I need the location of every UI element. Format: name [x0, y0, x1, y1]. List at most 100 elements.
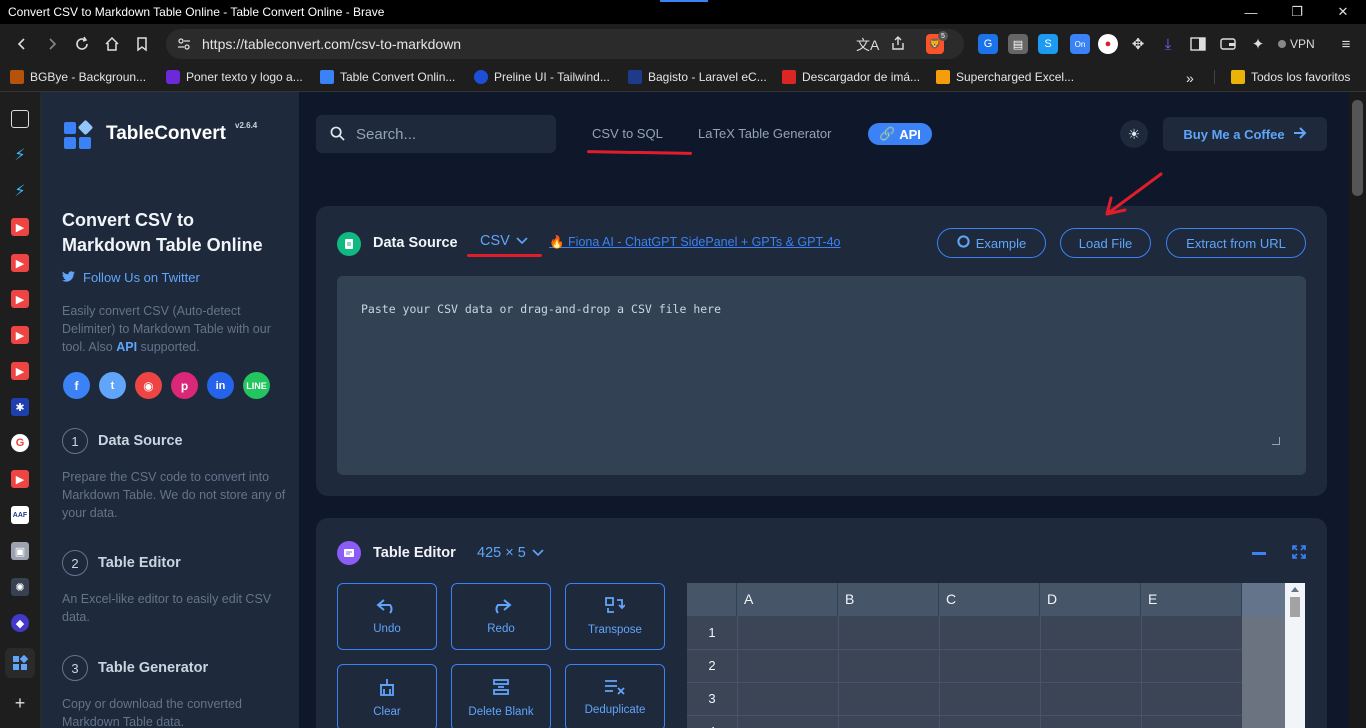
google-icon[interactable]: G: [11, 434, 29, 452]
bookmark-item[interactable]: Supercharged Excel...: [936, 70, 1074, 84]
bookmarks-overflow-button[interactable]: »: [1186, 70, 1194, 86]
flutter-icon[interactable]: ⚡: [11, 182, 29, 200]
home-icon[interactable]: [100, 32, 124, 56]
site-settings-icon[interactable]: [176, 36, 192, 55]
row-header[interactable]: 1: [687, 616, 737, 649]
redo-button[interactable]: Redo: [451, 583, 551, 650]
column-header[interactable]: E: [1141, 583, 1242, 616]
twitter-share-icon[interactable]: t: [99, 372, 126, 399]
row-header[interactable]: 2: [687, 649, 737, 682]
app-icon[interactable]: ✺: [11, 578, 29, 596]
close-window-button[interactable]: ✕: [1320, 0, 1366, 24]
restore-button[interactable]: ❐: [1274, 0, 1320, 24]
download-icon[interactable]: ⤓: [1158, 34, 1178, 54]
fiona-ai-promo-link[interactable]: 🔥 Fiona AI - ChatGPT SidePanel + GPTs & …: [549, 235, 841, 250]
api-button[interactable]: 🔗 API: [868, 123, 932, 145]
csv-input-textarea[interactable]: Paste your CSV data or drag-and-drop a C…: [337, 276, 1306, 475]
sidebar-toggle-icon[interactable]: [1188, 34, 1208, 54]
shield-icon[interactable]: ◆: [11, 614, 29, 632]
minimize-button[interactable]: —: [1228, 0, 1274, 24]
wallet-icon[interactable]: [1218, 34, 1238, 54]
brand-name[interactable]: TableConvert: [106, 123, 226, 145]
tableconvert-sidebar-icon[interactable]: [5, 648, 35, 678]
extensions-puzzle-icon[interactable]: ✥: [1128, 34, 1148, 54]
grid-scroll-thumb[interactable]: [1290, 597, 1300, 617]
app-icon[interactable]: ✱: [11, 398, 29, 416]
column-header[interactable]: A: [737, 583, 838, 616]
delete-blank-button[interactable]: Delete Blank: [451, 664, 551, 728]
app-icon[interactable]: ▣: [11, 542, 29, 560]
youtube-icon[interactable]: ▶: [11, 362, 29, 380]
youtube-icon[interactable]: ▶: [11, 290, 29, 308]
column-header[interactable]: C: [939, 583, 1040, 616]
deduplicate-button[interactable]: Deduplicate: [565, 664, 665, 728]
youtube-icon[interactable]: ▶: [11, 218, 29, 236]
translate-icon[interactable]: 文A: [856, 35, 879, 55]
pokeball-extension-icon[interactable]: ●: [1098, 34, 1118, 54]
load-file-button[interactable]: Load File: [1060, 228, 1151, 258]
bookmark-item[interactable]: Table Convert Onlin...: [320, 70, 455, 84]
example-button[interactable]: Example: [937, 228, 1046, 258]
bookmark-icon[interactable]: [130, 32, 154, 56]
aaf-icon[interactable]: AAF: [11, 506, 29, 524]
table-dimensions-dropdown[interactable]: 425 × 5: [477, 545, 544, 561]
menu-icon[interactable]: ≡: [1336, 34, 1356, 54]
youtube-icon[interactable]: ▶: [11, 254, 29, 272]
page-scroll-thumb[interactable]: [1352, 100, 1363, 196]
linkedin-icon[interactable]: in: [207, 372, 234, 399]
youtube-icon[interactable]: ▶: [11, 470, 29, 488]
extract-from-url-button[interactable]: Extract from URL: [1166, 228, 1306, 258]
sidebar-panel-icon[interactable]: [11, 110, 29, 128]
transpose-button[interactable]: Transpose: [565, 583, 665, 650]
line-icon[interactable]: LINE: [243, 372, 270, 399]
grid-scrollbar[interactable]: [1285, 583, 1305, 728]
format-dropdown[interactable]: CSV: [480, 233, 528, 249]
pinterest-icon[interactable]: p: [171, 372, 198, 399]
column-header[interactable]: D: [1040, 583, 1141, 616]
on-extension-icon[interactable]: On: [1070, 34, 1090, 54]
leo-ai-icon[interactable]: ✦: [1248, 34, 1268, 54]
twitter-follow-link[interactable]: Follow Us on Twitter: [62, 270, 200, 285]
flutter-icon[interactable]: ⚡: [11, 146, 29, 164]
fullscreen-icon[interactable]: [1292, 545, 1306, 564]
buy-me-a-coffee-button[interactable]: Buy Me a Coffee: [1163, 117, 1327, 151]
tableconvert-logo-icon[interactable]: [63, 120, 93, 150]
bookmark-item[interactable]: Descargador de imá...: [782, 70, 920, 84]
clear-button[interactable]: Clear: [337, 664, 437, 728]
facebook-icon[interactable]: f: [63, 372, 90, 399]
vpn-button[interactable]: VPN: [1278, 34, 1315, 54]
search-input[interactable]: Search...: [316, 115, 556, 153]
translate-extension-icon[interactable]: G: [978, 34, 998, 54]
page-scrollbar[interactable]: [1349, 92, 1366, 728]
undo-button[interactable]: Undo: [337, 583, 437, 650]
theme-toggle-sun-icon[interactable]: ☀: [1120, 120, 1148, 148]
row-header[interactable]: 3: [687, 682, 737, 715]
add-icon[interactable]: +: [11, 693, 29, 713]
spreadsheet-grid[interactable]: A B C D E 1 2 3 4: [687, 583, 1305, 728]
printer-extension-icon[interactable]: ▤: [1008, 34, 1028, 54]
bookmark-item[interactable]: Poner texto y logo a...: [166, 70, 303, 84]
row-header[interactable]: 4: [687, 715, 737, 728]
all-favorites-folder[interactable]: Todos los favoritos: [1214, 70, 1350, 84]
column-header[interactable]: B: [838, 583, 939, 616]
resize-handle-icon[interactable]: [1272, 437, 1280, 445]
step-table-editor[interactable]: 2 Table Editor: [62, 550, 181, 576]
minimize-panel-icon[interactable]: [1252, 552, 1266, 555]
bookmark-item[interactable]: Preline UI - Tailwind...: [474, 70, 610, 84]
forward-icon[interactable]: [40, 32, 64, 56]
s-extension-icon[interactable]: S: [1038, 34, 1058, 54]
step-data-source[interactable]: 1 Data Source: [62, 428, 183, 454]
back-icon[interactable]: [10, 32, 34, 56]
youtube-icon[interactable]: ▶: [11, 326, 29, 344]
reload-icon[interactable]: [70, 32, 94, 56]
bookmark-item[interactable]: Bagisto - Laravel eC...: [628, 70, 767, 84]
scroll-up-icon[interactable]: [1291, 587, 1299, 592]
step-table-generator[interactable]: 3 Table Generator: [62, 655, 208, 681]
api-link[interactable]: API: [116, 340, 137, 354]
address-bar[interactable]: https://tableconvert.com/csv-to-markdown…: [166, 29, 964, 59]
share-icon[interactable]: [890, 35, 906, 54]
nav-link-csv-to-sql[interactable]: CSV to SQL: [592, 126, 663, 141]
bookmark-item[interactable]: BGBye - Backgroun...: [10, 70, 146, 84]
reddit-icon[interactable]: ◉: [135, 372, 162, 399]
nav-link-latex[interactable]: LaTeX Table Generator: [698, 126, 831, 141]
